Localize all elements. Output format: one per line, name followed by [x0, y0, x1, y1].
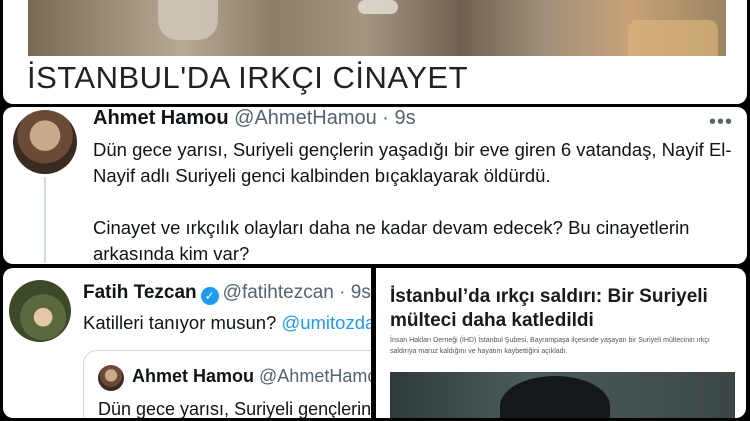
- avatar: [98, 365, 124, 391]
- tweet-paragraph: Dün gece yarısı, Suriyeli gençlerin yaşa…: [93, 139, 732, 186]
- news-banner: İSTANBUL'DA IRKÇI CİNAYET: [3, 0, 747, 104]
- mention-link[interactable]: @umitozdag: [281, 312, 371, 333]
- article-summary: İnsan Hakları Derneği (İHD) İstanbul Şub…: [390, 337, 710, 355]
- quoted-author-handle: @AhmetHamou: [259, 366, 371, 386]
- more-dots-icon[interactable]: •••: [709, 111, 733, 134]
- tweet-body: Katilleri tanıyor musun?: [83, 312, 277, 333]
- tweet-header: Ahmet Hamou @AhmetHamou · 9s: [93, 107, 416, 130]
- author-name[interactable]: Ahmet Hamou: [93, 107, 229, 129]
- tweet-fatih-tezcan[interactable]: Fatih Tezcan ✓ @fatihtezcan · 9s Katilleri…: [3, 268, 371, 418]
- tweet-text: Katilleri tanıyor musun? @umitozdag: [83, 312, 371, 334]
- tweet-body: Dün gece yarısı, Suriyeli gençlerin yaşa…: [93, 137, 733, 264]
- separator: ·: [382, 107, 389, 129]
- article-title[interactable]: İstanbul’da ırkçı saldırı: Bir Suriyeli …: [390, 285, 730, 333]
- tweet-time[interactable]: 9s: [395, 107, 416, 129]
- quoted-text: Dün gece yarısı, Suriyeli gençlerin: [98, 399, 371, 418]
- thread-line: [44, 177, 46, 263]
- avatar[interactable]: [13, 110, 77, 174]
- separator: ·: [339, 282, 346, 303]
- tweet-header: Fatih Tezcan ✓ @fatihtezcan · 9s: [83, 282, 371, 305]
- quoted-header: Ahmet Hamou @AhmetHamou: [132, 366, 371, 387]
- author-handle[interactable]: @fatihtezcan: [223, 282, 334, 303]
- quoted-tweet[interactable]: Ahmet Hamou @AhmetHamou Dün gece yarısı,…: [83, 350, 371, 418]
- news-photo: [28, 0, 726, 56]
- verified-badge-icon: ✓: [200, 287, 219, 305]
- article-image[interactable]: [390, 372, 735, 418]
- tweet-paragraph: Cinayet ve ırkçılık olayları daha ne kad…: [93, 217, 690, 264]
- news-headline: İSTANBUL'DA IRKÇI CİNAYET: [27, 60, 469, 95]
- news-article[interactable]: İstanbul’da ırkçı saldırı: Bir Suriyeli …: [376, 268, 746, 418]
- tweet-ahmet-hamou[interactable]: Ahmet Hamou @AhmetHamou · 9s ••• Dün gec…: [3, 107, 747, 264]
- author-handle[interactable]: @AhmetHamou: [234, 107, 377, 129]
- avatar[interactable]: [9, 280, 71, 342]
- quoted-author-name: Ahmet Hamou: [132, 366, 255, 386]
- author-name[interactable]: Fatih Tezcan: [83, 282, 197, 303]
- tweet-time[interactable]: 9s: [351, 282, 371, 303]
